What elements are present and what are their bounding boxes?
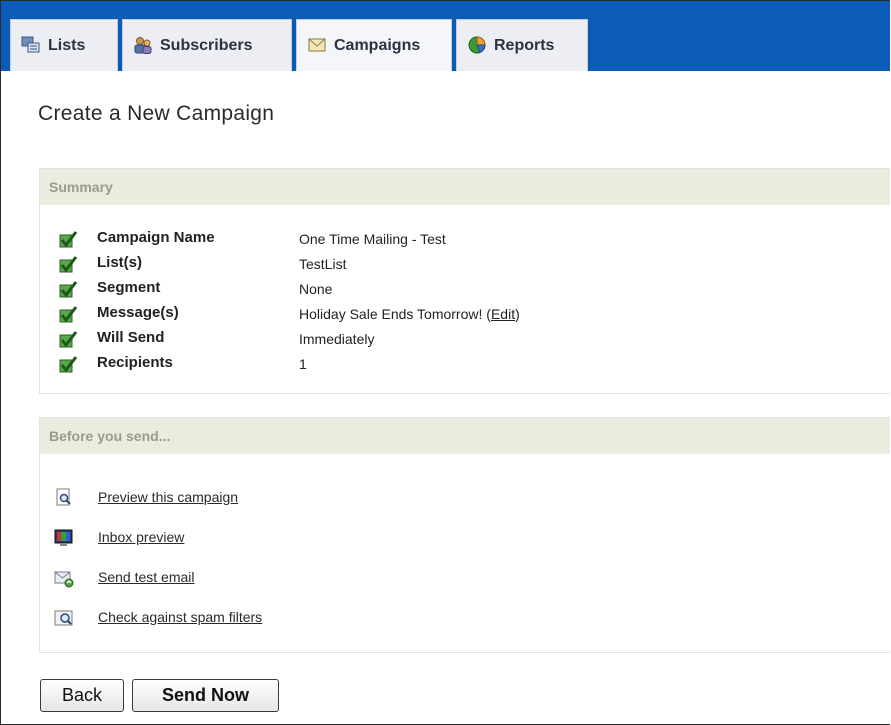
summary-panel: Summary Campaign Name One Time Mailing -…	[39, 168, 890, 394]
before-send-heading: Before you send...	[40, 418, 890, 454]
check-icon	[59, 306, 78, 323]
inbox-preview-link[interactable]: Inbox preview	[98, 529, 184, 545]
summary-row-lists: List(s) TestList	[40, 252, 890, 276]
action-preview-campaign[interactable]: Preview this campaign	[40, 485, 890, 511]
check-icon	[59, 256, 78, 273]
preview-campaign-link[interactable]: Preview this campaign	[98, 489, 238, 505]
summary-label: List(s)	[97, 254, 142, 271]
tab-reports-label: Reports	[494, 37, 555, 54]
summary-label: Will Send	[97, 329, 165, 346]
summary-label: Segment	[97, 279, 161, 296]
send-test-email-icon	[54, 571, 74, 588]
spam-filter-check-link[interactable]: Check against spam filters	[98, 609, 262, 625]
content-top	[1, 71, 890, 83]
check-icon	[59, 331, 78, 348]
summary-row-messages: Message(s) Holiday Sale Ends Tomorrow! (…	[40, 302, 890, 326]
tab-lists[interactable]: Lists	[10, 19, 118, 71]
subscribers-icon	[134, 37, 152, 54]
inbox-preview-monitor-icon	[54, 529, 73, 546]
tab-campaigns[interactable]: Campaigns	[296, 19, 452, 71]
message-name: Holiday Sale Ends Tomorrow!	[299, 306, 483, 322]
tab-lists-label: Lists	[48, 37, 86, 54]
summary-label: Recipients	[97, 354, 173, 371]
summary-value: Immediately	[299, 331, 375, 347]
lists-icon	[21, 36, 40, 53]
before-send-panel: Before you send... Preview this campaign…	[39, 417, 890, 653]
send-test-email-link[interactable]: Send test email	[98, 569, 195, 585]
tab-subscribers-label: Subscribers	[160, 37, 253, 54]
summary-row-segment: Segment None	[40, 277, 890, 301]
summary-heading: Summary	[40, 169, 890, 205]
action-inbox-preview[interactable]: Inbox preview	[40, 525, 890, 551]
summary-value: One Time Mailing - Test	[299, 231, 446, 247]
summary-row-recipients: Recipients 1	[40, 352, 890, 376]
tab-campaigns-label: Campaigns	[334, 37, 421, 54]
page-title: Create a New Campaign	[38, 102, 275, 125]
edit-message-link[interactable]: Edit	[491, 306, 515, 322]
campaigns-icon	[308, 38, 326, 52]
summary-label: Message(s)	[97, 304, 179, 321]
summary-value: None	[299, 281, 333, 297]
spam-filter-check-icon	[54, 610, 73, 626]
action-send-test-email[interactable]: Send test email	[40, 565, 890, 591]
check-icon	[59, 281, 78, 298]
check-icon	[59, 356, 78, 373]
summary-row-campaign-name: Campaign Name One Time Mailing - Test	[40, 227, 890, 251]
tab-reports[interactable]: Reports	[456, 19, 588, 71]
tab-subscribers[interactable]: Subscribers	[122, 19, 292, 71]
check-icon	[59, 231, 78, 248]
app-window: Lists Subscribers Campaigns Reports Crea…	[0, 0, 890, 725]
summary-row-will-send: Will Send Immediately	[40, 327, 890, 351]
preview-magnifier-icon	[56, 488, 71, 506]
summary-value-message: Holiday Sale Ends Tomorrow! (Edit)	[299, 306, 520, 322]
edit-close-paren: )	[515, 306, 520, 322]
summary-label: Campaign Name	[97, 229, 215, 246]
summary-value: TestList	[299, 256, 347, 272]
action-spam-check[interactable]: Check against spam filters	[40, 605, 890, 631]
send-now-button[interactable]: Send Now	[132, 679, 279, 712]
reports-icon	[468, 36, 486, 54]
back-button[interactable]: Back	[40, 679, 124, 712]
summary-value: 1	[299, 356, 307, 372]
